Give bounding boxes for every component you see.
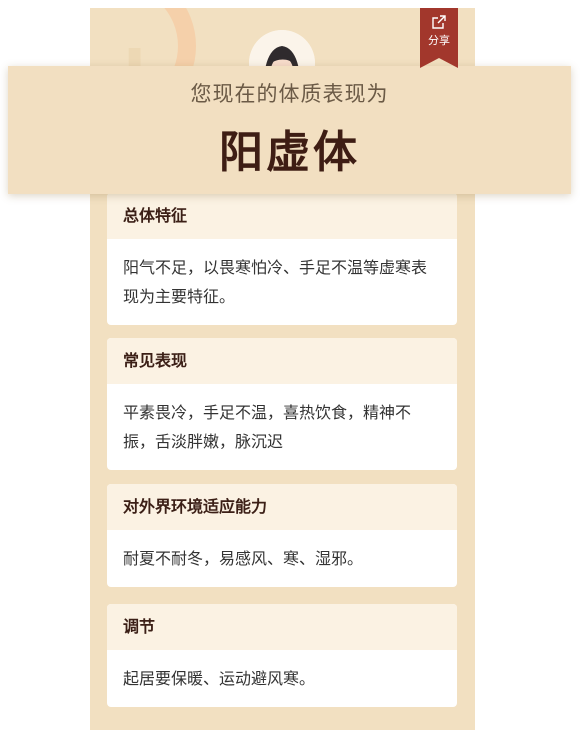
section-body: 耐夏不耐冬，易感风、寒、湿邪。 — [123, 549, 364, 568]
section-heading: 常见表现 — [107, 338, 457, 384]
section-heading: 总体特征 — [107, 193, 457, 239]
constitution-type-title: 阳虚体 — [219, 127, 360, 178]
section-card-symptoms: 常见表现 平素畏冷，手足不温，喜热饮食，精神不振，舌淡胖嫩，脉沉迟 — [107, 338, 457, 470]
result-subtitle: 您现在的体质表现为 — [190, 82, 389, 106]
section-card-adaptability: 对外界环境适应能力 耐夏不耐冬，易感风、寒、湿邪。 — [107, 484, 457, 587]
share-label: 分享 — [428, 34, 450, 47]
share-button[interactable]: 分享 — [420, 8, 458, 68]
result-banner: 您现在的体质表现为 阳虚体 — [8, 66, 571, 194]
section-heading: 对外界环境适应能力 — [107, 484, 457, 530]
section-body: 阳气不足，以畏寒怕冷、手足不温等虚寒表现为主要特征。 — [123, 258, 428, 306]
section-body: 平素畏冷，手足不温，喜热饮食，精神不振，舌淡胖嫩，脉沉迟 — [123, 403, 412, 451]
section-card-regulation: 调节 起居要保暖、运动避风寒。 — [107, 604, 457, 707]
share-icon — [432, 15, 446, 29]
section-heading: 调节 — [107, 604, 457, 650]
section-body: 起居要保暖、运动避风寒。 — [123, 669, 316, 688]
section-card-overall: 总体特征 阳气不足，以畏寒怕冷、手足不温等虚寒表现为主要特征。 — [107, 193, 457, 325]
